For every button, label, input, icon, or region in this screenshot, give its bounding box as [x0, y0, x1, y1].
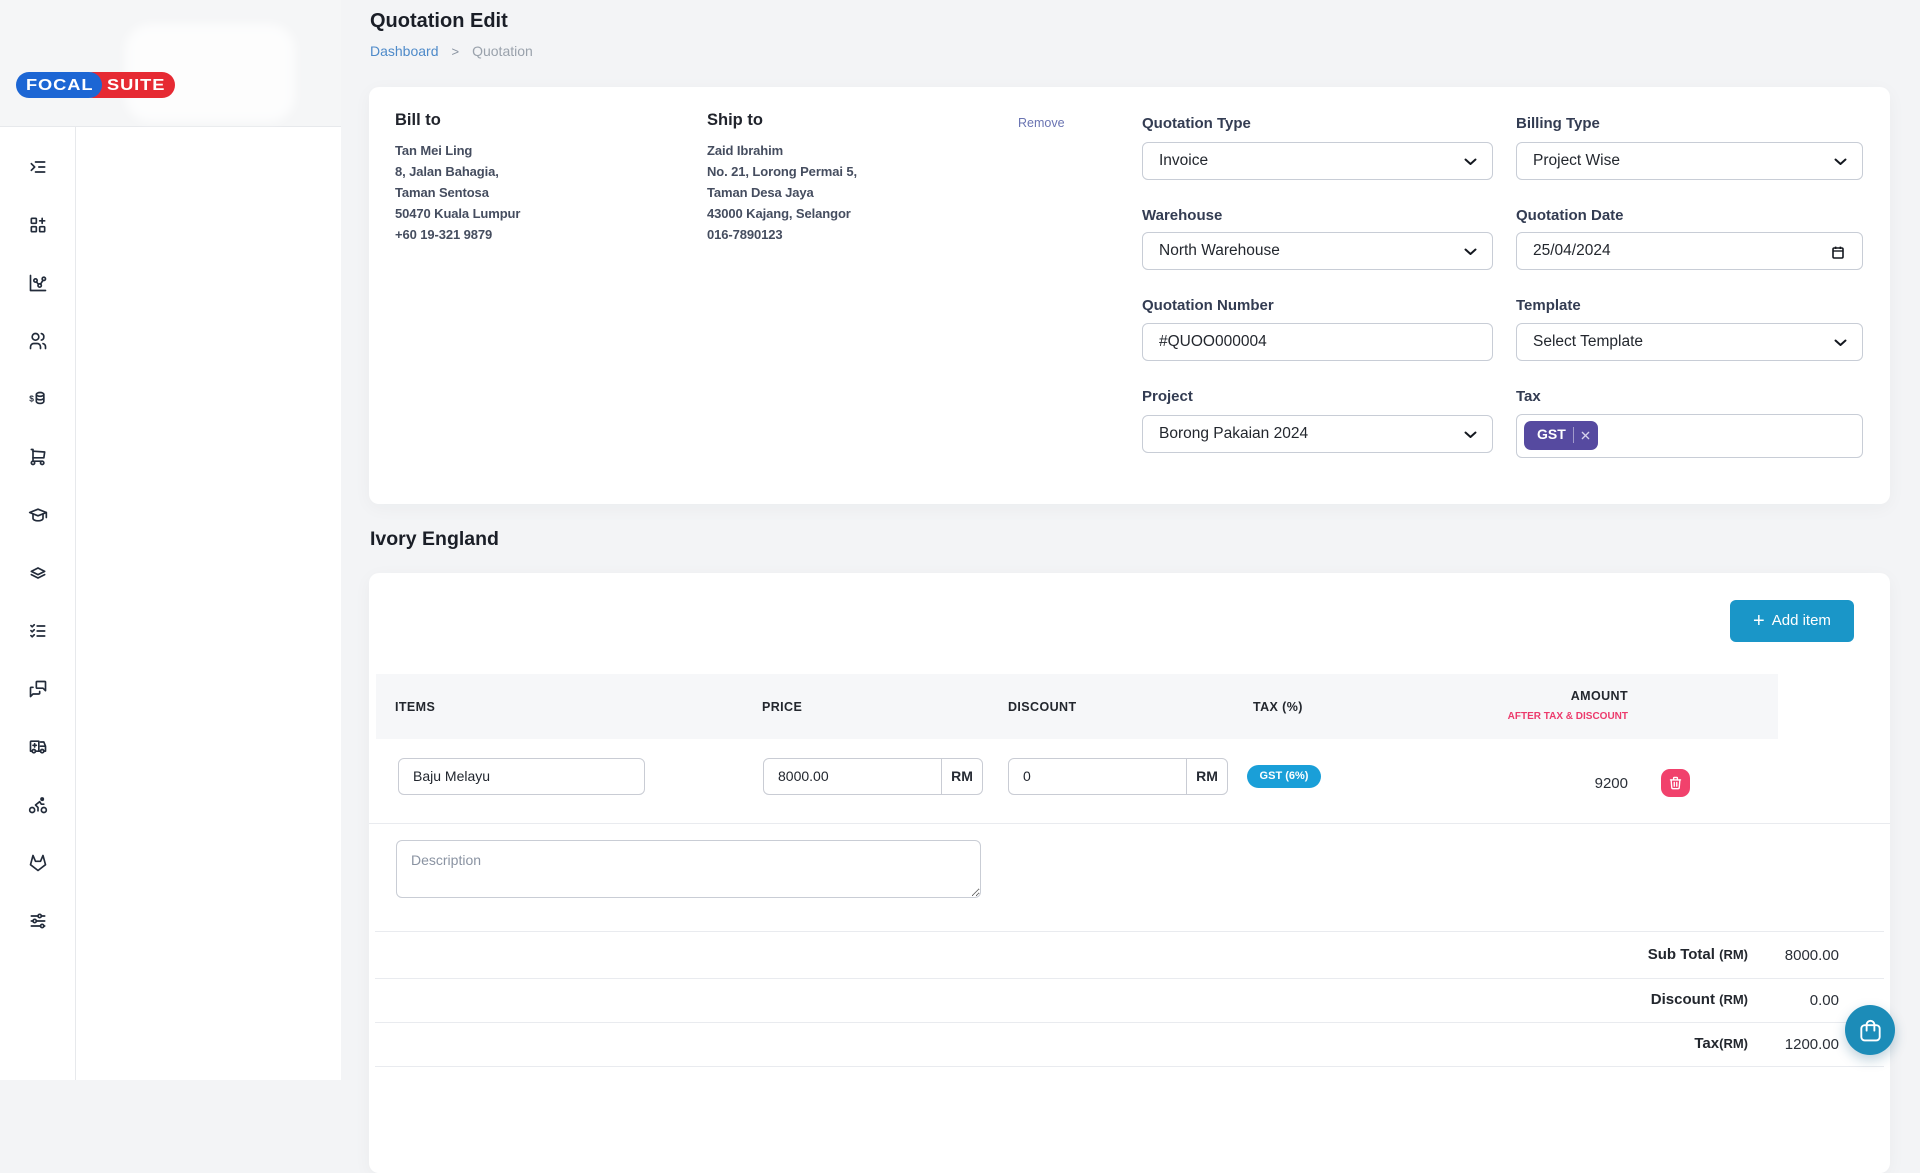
svg-text:$: $ [29, 394, 34, 404]
